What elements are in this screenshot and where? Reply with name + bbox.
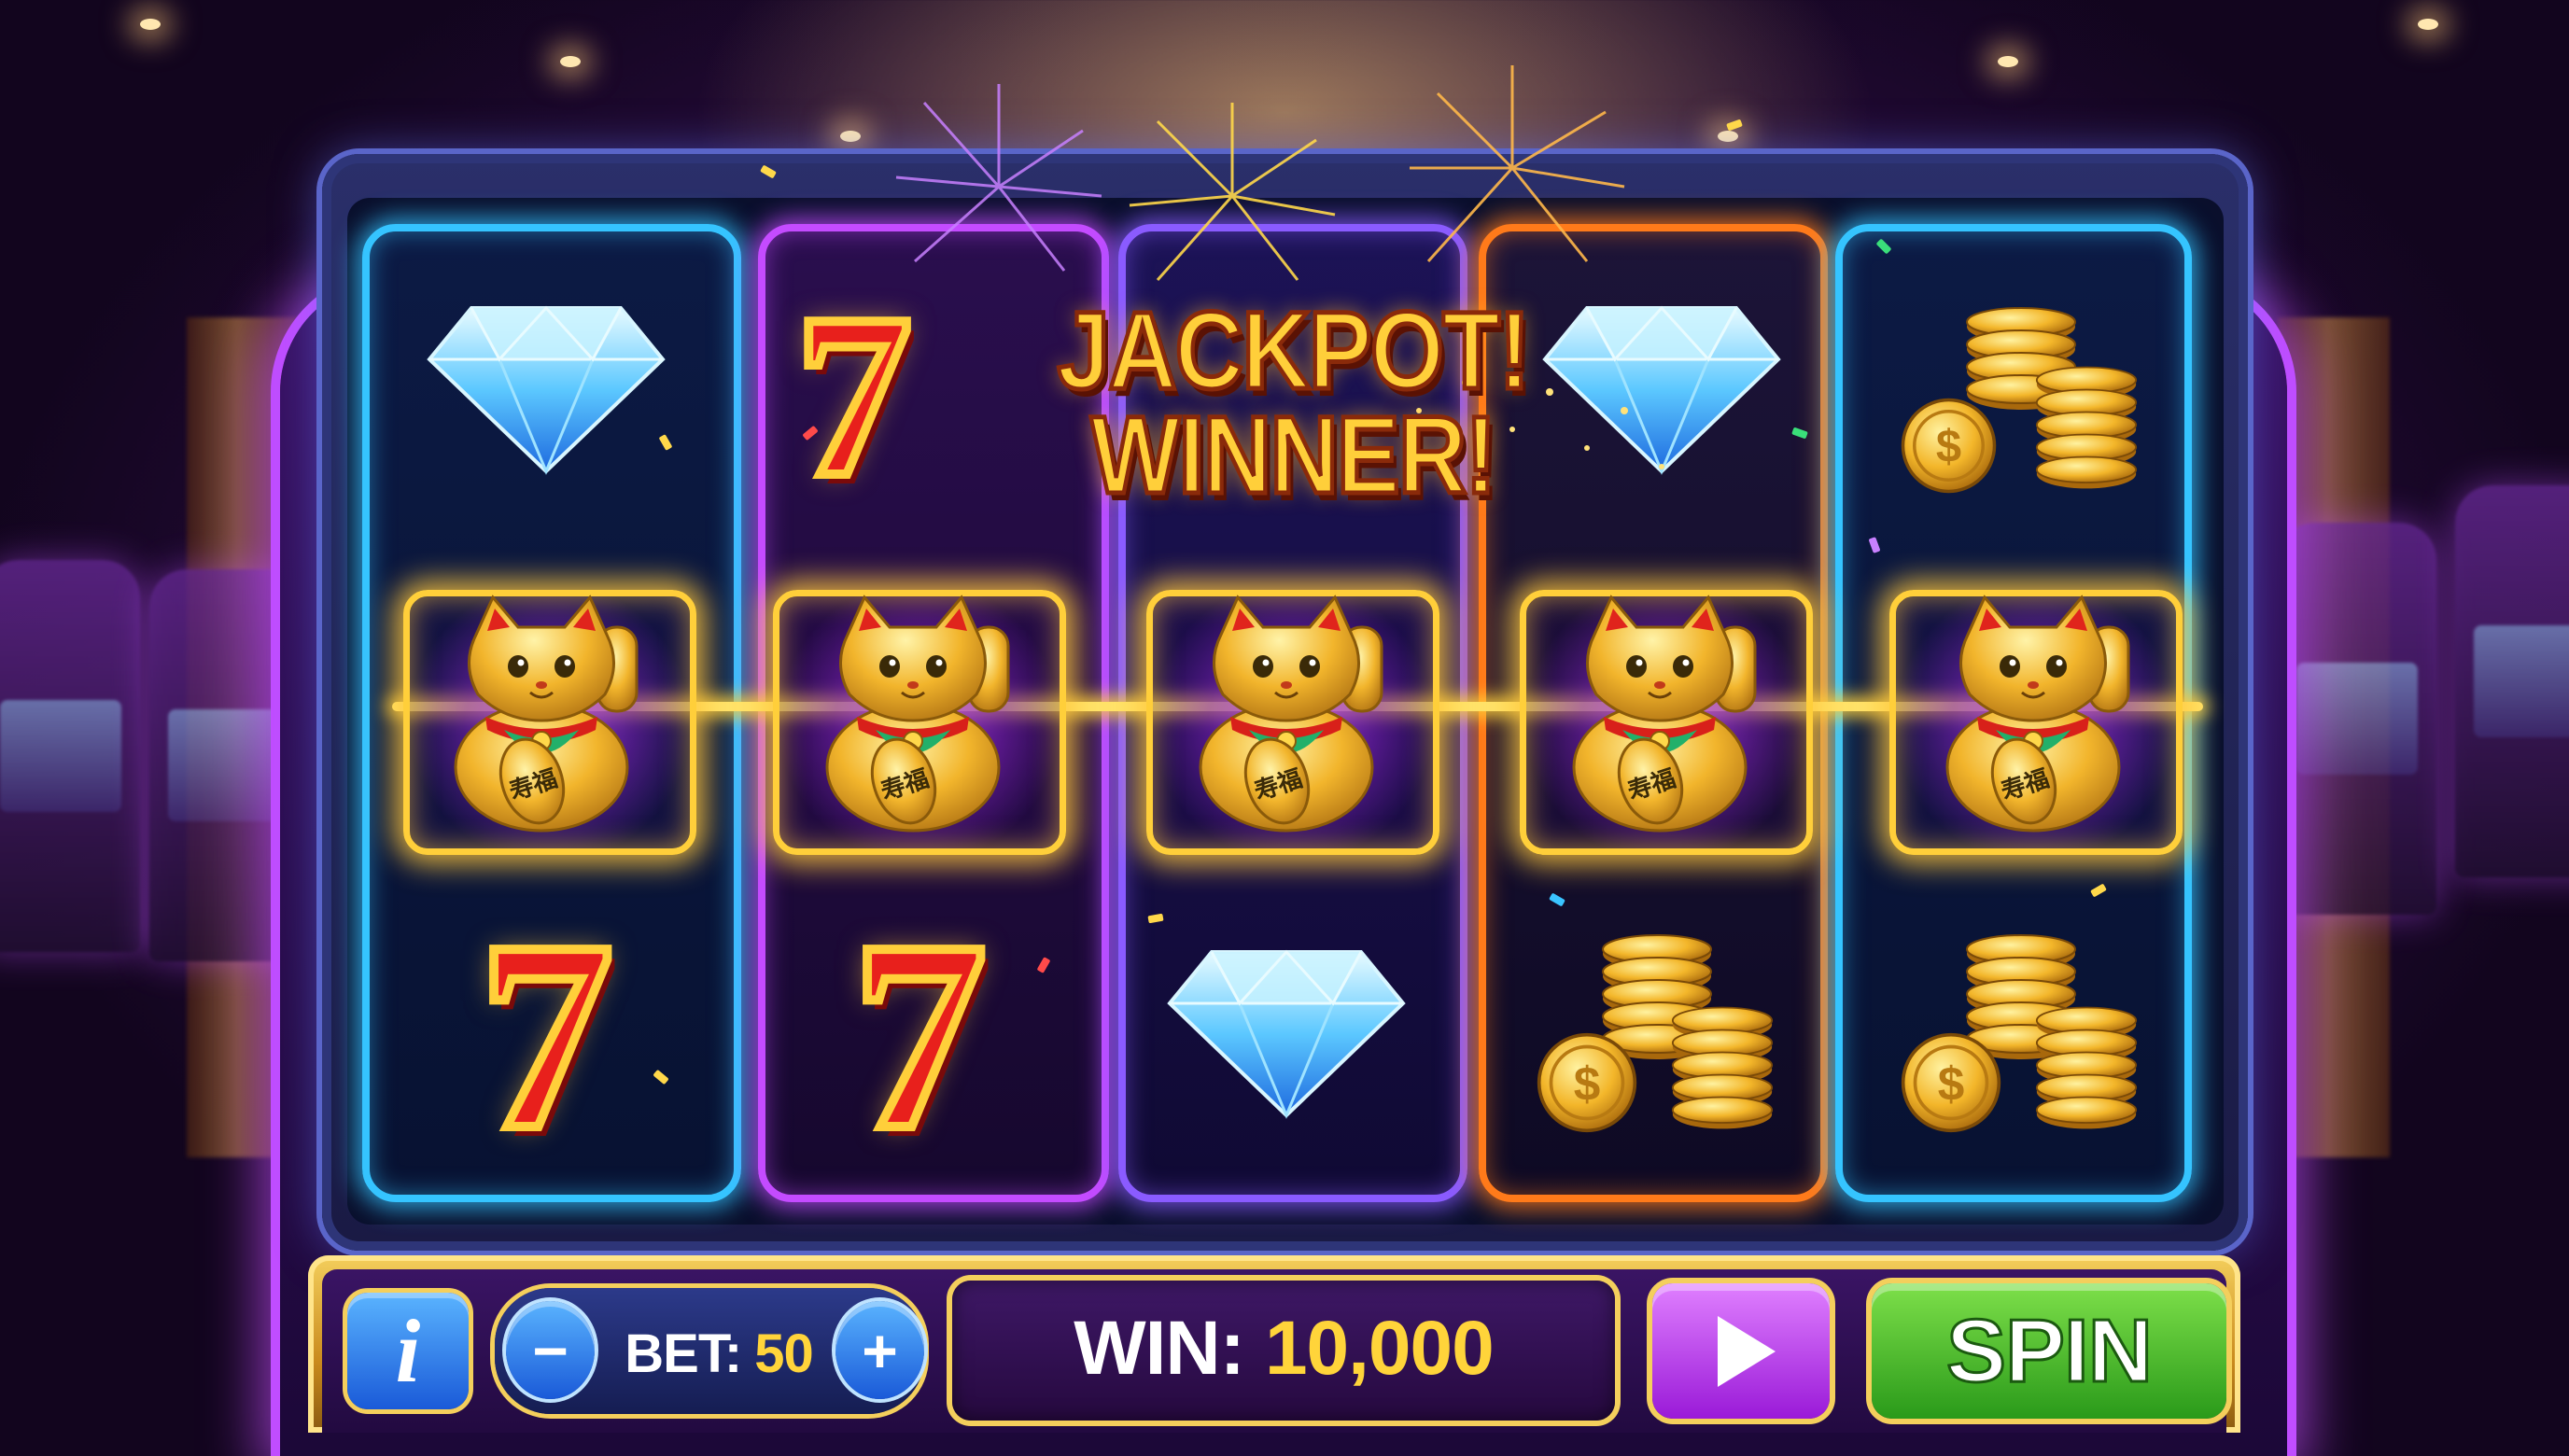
coins-icon bbox=[1531, 924, 1774, 1148]
lucky-cat-icon bbox=[1930, 571, 2155, 851]
lucky-cat-icon bbox=[810, 571, 1034, 851]
ceiling-light bbox=[140, 19, 161, 30]
ceiling-light bbox=[840, 131, 861, 142]
coins-icon bbox=[1895, 299, 2138, 504]
lucky-cat-icon bbox=[439, 571, 663, 851]
info-button[interactable]: i bbox=[347, 1293, 469, 1409]
win-label: WIN: bbox=[1074, 1306, 1245, 1391]
ceiling-light bbox=[2418, 19, 2438, 30]
lucky-cat-icon bbox=[1557, 571, 1781, 851]
background-slot-machine bbox=[2278, 523, 2436, 915]
background-slot-machine bbox=[2455, 485, 2569, 877]
lucky-cat-icon bbox=[1184, 571, 1408, 851]
seven-icon: 7 bbox=[848, 886, 992, 1185]
diamond-icon bbox=[1165, 943, 1408, 1120]
win-value: 10,000 bbox=[1264, 1306, 1495, 1391]
jackpot-banner: JACKPOT! WINNER! bbox=[1055, 289, 1532, 517]
jackpot-line-2: WINNER! bbox=[1088, 394, 1498, 517]
jackpot-line-1: JACKPOT! bbox=[1055, 289, 1532, 413]
ceiling-light bbox=[1998, 56, 2018, 67]
autoplay-button[interactable] bbox=[1652, 1283, 1830, 1419]
seven-icon: 7 bbox=[474, 886, 619, 1185]
jackpot-seven-icon: 7 bbox=[791, 267, 917, 525]
play-icon bbox=[1718, 1315, 1776, 1387]
bet-label: BET: bbox=[625, 1323, 742, 1384]
background-slot-machine bbox=[0, 560, 140, 952]
ceiling-light bbox=[560, 56, 581, 67]
bet-display: BET: 50 bbox=[616, 1316, 821, 1391]
spin-button[interactable]: SPIN bbox=[1872, 1283, 2226, 1419]
diamond-icon bbox=[425, 299, 667, 476]
bet-decrease-button[interactable]: − bbox=[506, 1301, 595, 1399]
bet-value: 50 bbox=[754, 1323, 814, 1384]
coins-icon bbox=[1895, 924, 2138, 1148]
bet-increase-button[interactable]: + bbox=[835, 1301, 924, 1399]
win-amount: WIN: 10,000 bbox=[952, 1302, 1615, 1395]
